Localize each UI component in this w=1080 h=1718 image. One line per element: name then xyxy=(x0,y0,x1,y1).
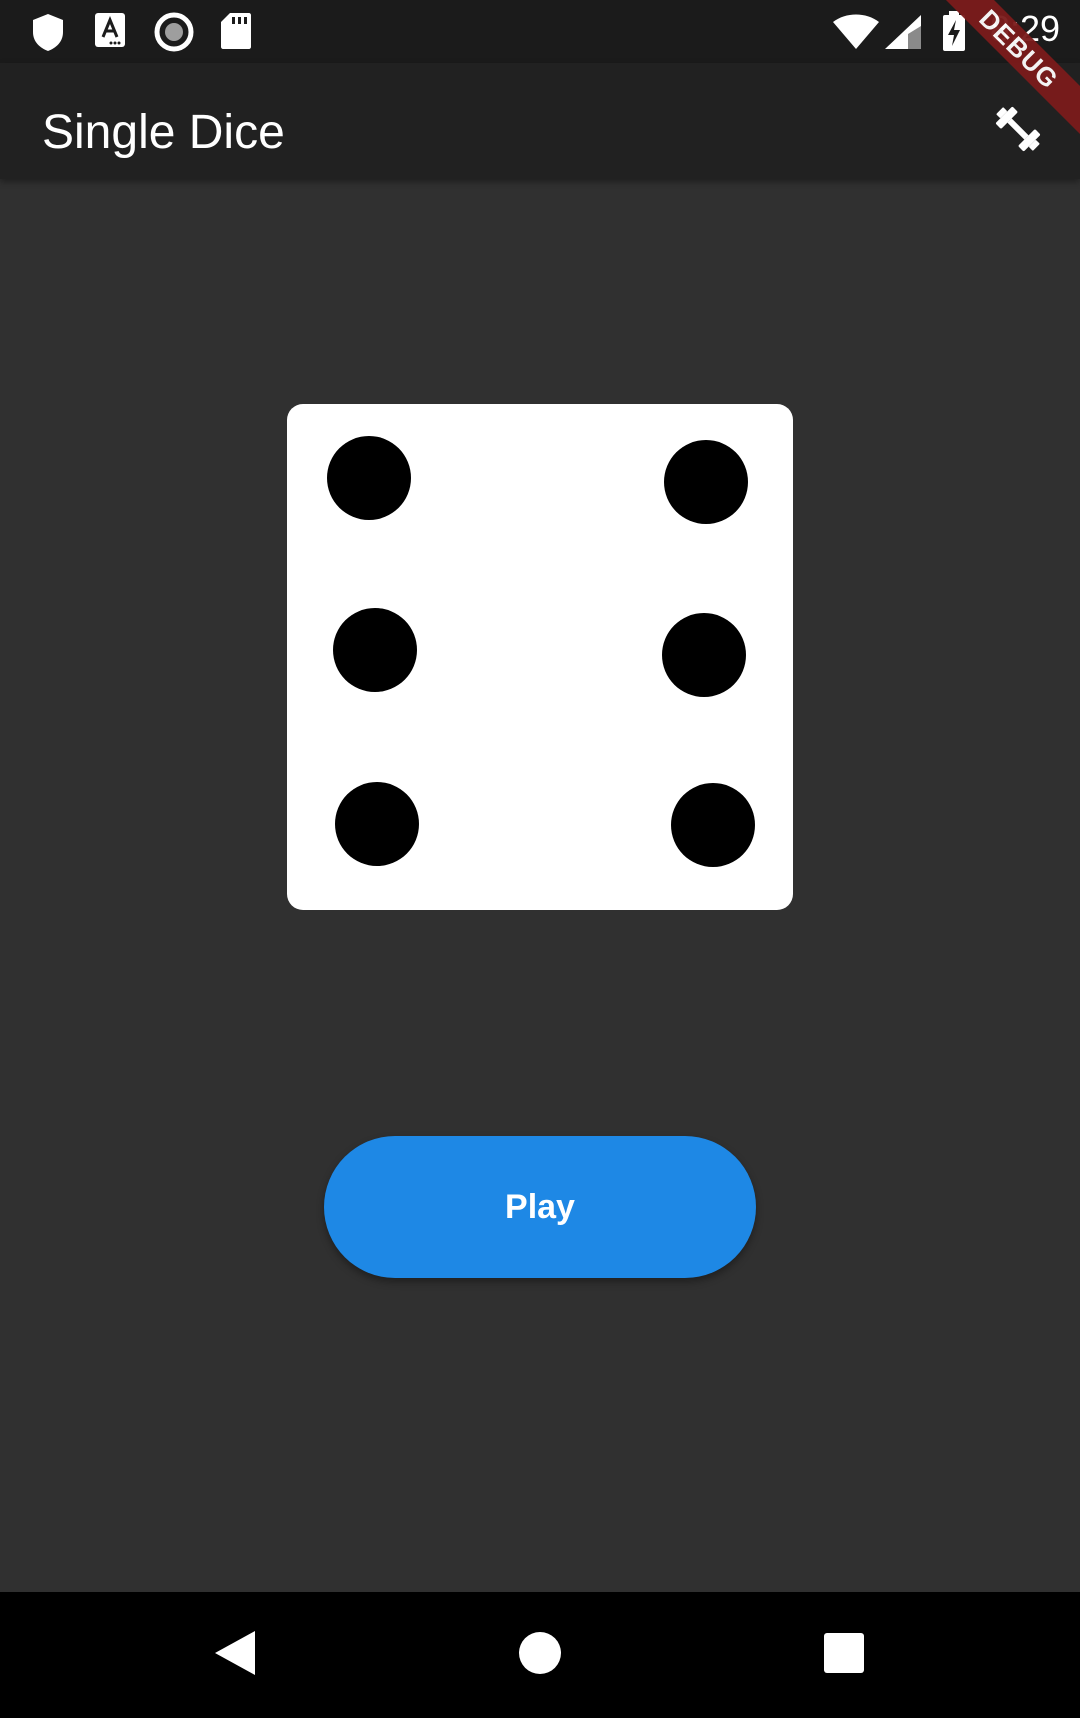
dice-pip xyxy=(671,783,755,867)
dice-pip xyxy=(664,440,748,524)
back-button[interactable] xyxy=(202,1622,268,1688)
recents-icon xyxy=(823,1632,865,1679)
home-button[interactable] xyxy=(507,1622,573,1688)
signal-icon xyxy=(884,14,922,55)
sd-card-icon xyxy=(220,12,252,55)
dice-pip xyxy=(335,782,419,866)
font-a-icon xyxy=(94,12,126,53)
dice-pip xyxy=(333,608,417,692)
dice-pip xyxy=(327,436,411,520)
app-bar: Single Dice xyxy=(0,63,1080,179)
dumbbell-icon xyxy=(988,99,1048,164)
play-button[interactable]: Play xyxy=(324,1136,756,1278)
dumbbell-button[interactable] xyxy=(986,99,1050,163)
dice-pip xyxy=(662,613,746,697)
navigation-bar xyxy=(0,1592,1080,1718)
back-icon xyxy=(213,1629,257,1682)
status-bar: 8:29 xyxy=(0,0,1080,63)
battery-charging-icon xyxy=(942,10,966,57)
page-title: Single Dice xyxy=(42,106,285,159)
status-time: 8:29 xyxy=(989,8,1060,49)
home-icon xyxy=(517,1630,563,1681)
wifi-icon xyxy=(832,14,880,55)
record-icon xyxy=(154,12,194,57)
recents-button[interactable] xyxy=(811,1622,877,1688)
dice-face[interactable] xyxy=(287,404,793,910)
shield-icon xyxy=(30,12,66,57)
